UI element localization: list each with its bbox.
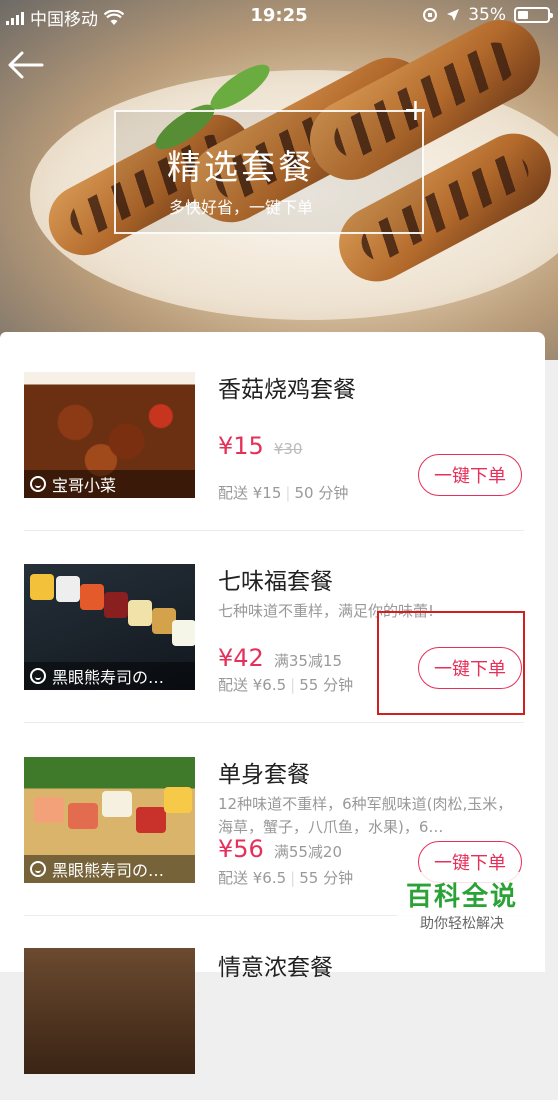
shop-name: 宝哥小菜 xyxy=(52,476,117,495)
dish-image xyxy=(24,948,195,1074)
page-title: 精选套餐 xyxy=(167,148,315,188)
delivery-time: 55 分钟 xyxy=(299,869,354,887)
shop-label: 宝哥小菜 xyxy=(24,470,195,498)
dish-name: 单身套餐 xyxy=(218,762,310,788)
shop-name: 黑眼熊寿司の… xyxy=(52,861,165,880)
lock-rotation-icon xyxy=(423,8,438,22)
page-subtitle: 多快好省，一键下单 xyxy=(168,198,313,217)
delivery-info: 配送 ¥6.5 | 55 分钟 xyxy=(218,869,354,887)
shop-icon xyxy=(30,861,46,877)
dish-image: 黑眼熊寿司の… xyxy=(24,757,195,883)
promo-badge: 满35减15 xyxy=(273,652,342,670)
delivery-fee: 配送 ¥6.5 xyxy=(218,676,287,694)
delivery-time: 50 分钟 xyxy=(294,484,349,502)
shop-name: 黑眼熊寿司の… xyxy=(52,668,165,687)
dish-image: 宝哥小菜 xyxy=(24,372,195,498)
original-price: ¥30 xyxy=(273,440,303,458)
location-arrow-icon xyxy=(447,9,460,21)
delivery-time: 55 分钟 xyxy=(299,676,354,694)
dish-name: 情意浓套餐 xyxy=(218,955,333,981)
shop-label: 黑眼熊寿司の… xyxy=(24,855,195,883)
back-arrow-icon[interactable] xyxy=(6,48,46,82)
dish-price: ¥42 xyxy=(218,644,264,672)
battery-percent: 35% xyxy=(468,5,506,25)
dish-name: 七味福套餐 xyxy=(218,569,333,595)
plus-icon: + xyxy=(402,93,428,128)
dish-price: ¥15 xyxy=(218,432,264,460)
status-bar: 中国移动 19:25 35% xyxy=(0,0,558,32)
shop-label: 黑眼熊寿司の… xyxy=(24,662,195,690)
dish-image: 黑眼熊寿司の… xyxy=(24,564,195,690)
list-item[interactable]: 情意浓套餐 xyxy=(24,910,524,1100)
watermark-title: 百科全说 xyxy=(405,882,518,912)
shop-icon xyxy=(30,668,46,684)
dish-price: ¥56 xyxy=(218,835,264,863)
promo-badge: 满55减20 xyxy=(273,843,342,861)
delivery-info: 配送 ¥6.5 | 55 分钟 xyxy=(218,676,354,694)
one-click-order-button[interactable]: 一键下单 xyxy=(418,454,522,496)
watermark-logo: 百科全说 助你轻松解决 xyxy=(397,872,527,937)
delivery-fee: 配送 ¥15 xyxy=(218,484,282,502)
dish-name: 香菇烧鸡套餐 xyxy=(218,377,356,403)
highlight-box xyxy=(377,611,525,715)
list-item[interactable]: 宝哥小菜 香菇烧鸡套餐 ¥15 ¥30 配送 ¥15 | 50 分钟 一键下单 xyxy=(24,332,524,522)
hero-title-box: + 精选套餐 多快好省，一键下单 xyxy=(114,96,428,234)
delivery-info: 配送 ¥15 | 50 分钟 xyxy=(218,484,349,502)
dish-description: 12种味道不重样，6种军舰味道(肉松,玉米，海草，蟹子，八爪鱼，水果)，6… xyxy=(218,795,513,836)
hero-banner: 中国移动 19:25 35% + 精选套餐 多快好省，一键下单 xyxy=(0,0,558,360)
battery-icon xyxy=(514,7,553,23)
delivery-fee: 配送 ¥6.5 xyxy=(218,869,287,887)
shop-icon xyxy=(30,476,46,492)
watermark-subtitle: 助你轻松解决 xyxy=(420,916,504,932)
